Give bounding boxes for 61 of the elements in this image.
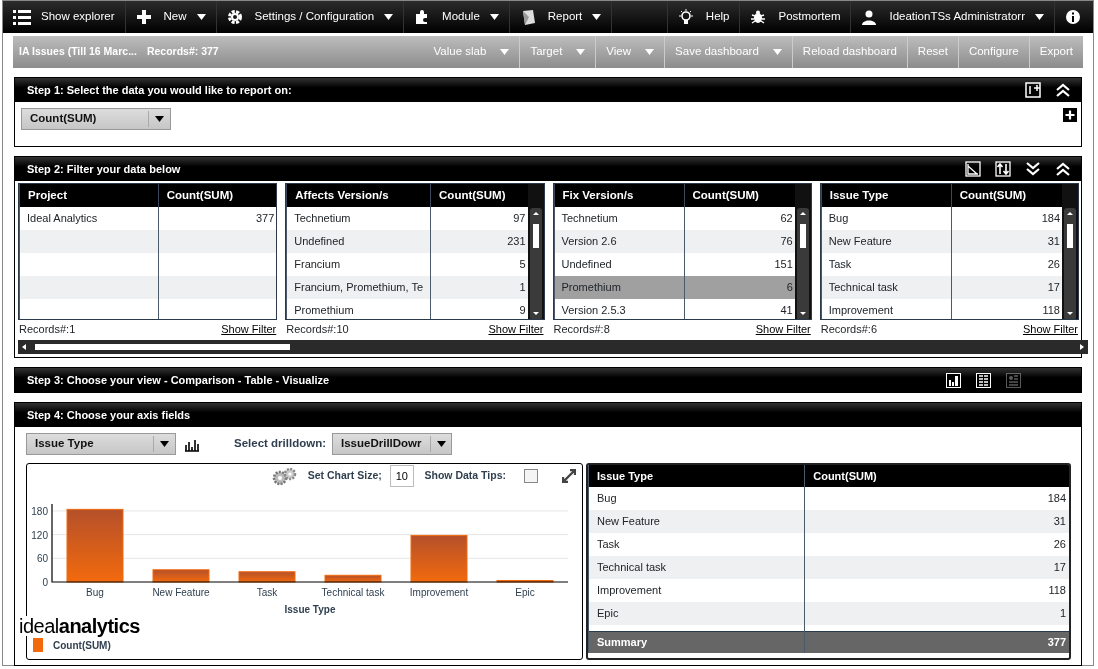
- table-cell: Improvement: [821, 299, 952, 319]
- drilldown-label: Select drilldown:: [234, 436, 326, 452]
- table-cell: Technical task: [588, 556, 805, 579]
- column-header: Count(SUM): [951, 184, 1062, 207]
- table-cell: Promethium: [286, 299, 431, 319]
- column-header: Count(SUM): [804, 465, 1069, 487]
- summary-cell: Summary: [588, 631, 805, 653]
- column-header: Issue Type: [588, 465, 805, 487]
- table-cell: 17: [804, 556, 1069, 579]
- column-header: Affects Version/s: [286, 184, 431, 207]
- table-cell: New Feature: [821, 230, 952, 253]
- records-count: Records#:8: [553, 321, 610, 337]
- table-cell: 31: [951, 230, 1062, 253]
- section-title: Step 2: Filter your data below: [27, 161, 181, 177]
- summary-cell: 377: [804, 631, 1069, 653]
- column-header: Count(SUM): [158, 184, 277, 207]
- table-cell: Undefined: [286, 230, 431, 253]
- column-header: Project: [19, 184, 159, 207]
- logo-text: idealanalytics: [19, 616, 142, 636]
- records-count: Records#:10: [286, 321, 349, 337]
- category-label: New Feature: [152, 587, 210, 598]
- column-header: Fix Version/s: [554, 184, 684, 207]
- table-cell: 6: [684, 276, 795, 299]
- records-count: Records#:6: [820, 321, 877, 337]
- section-title: Step 4: Choose your axis fields: [27, 407, 191, 423]
- column-header: Issue Type: [821, 184, 952, 207]
- column-header: Count(SUM): [430, 184, 528, 207]
- table-cell: Version 2.5.3: [554, 299, 684, 319]
- table-cell: 231: [430, 230, 528, 253]
- table-cell: New Feature: [588, 510, 805, 533]
- section-title: Step 1: Select the data you would like to report on:: [27, 82, 292, 98]
- table-cell: 17: [951, 276, 1062, 299]
- axis-title: Issue Type: [284, 604, 336, 615]
- table-cell: Epic: [588, 602, 805, 625]
- category-label: Task: [256, 587, 278, 598]
- records-count: Records#:1: [19, 321, 76, 337]
- axis-tick-label: 180: [31, 505, 48, 517]
- table-cell: Francium, Promethium, Te: [286, 276, 431, 299]
- legend-label: Count(SUM): [53, 638, 111, 653]
- section-title: Step 3: Choose your view - Comparison - Table - Visualize: [27, 372, 330, 388]
- table-cell: 31: [804, 510, 1069, 533]
- category-label: Technical task: [321, 587, 385, 598]
- axis-tick-label: 0: [42, 577, 48, 588]
- axis-tick-label: 60: [36, 553, 48, 565]
- data-tips-label: Show Data Tips:: [424, 468, 506, 484]
- table-cell: Promethium: [554, 276, 684, 299]
- category-label: Bug: [86, 587, 104, 598]
- table-cell: 9: [430, 299, 528, 319]
- table-cell: Version 2.6: [554, 230, 684, 253]
- table-cell: 76: [684, 230, 795, 253]
- category-label: Improvement: [409, 587, 469, 598]
- category-label: Epic: [515, 587, 535, 598]
- records-count: Records#: 377: [145, 44, 219, 60]
- table-cell: 41: [684, 299, 795, 319]
- table-cell: 1: [804, 602, 1069, 625]
- column-header: Count(SUM): [684, 184, 795, 207]
- table-cell: 1: [430, 276, 528, 299]
- chart-size-label: Set Chart Size;: [307, 468, 382, 484]
- dashboard-title: IA Issues (Till 16 Marc...: [18, 44, 137, 60]
- axis-tick-label: 120: [31, 529, 48, 541]
- table-cell: Technical task: [821, 276, 952, 299]
